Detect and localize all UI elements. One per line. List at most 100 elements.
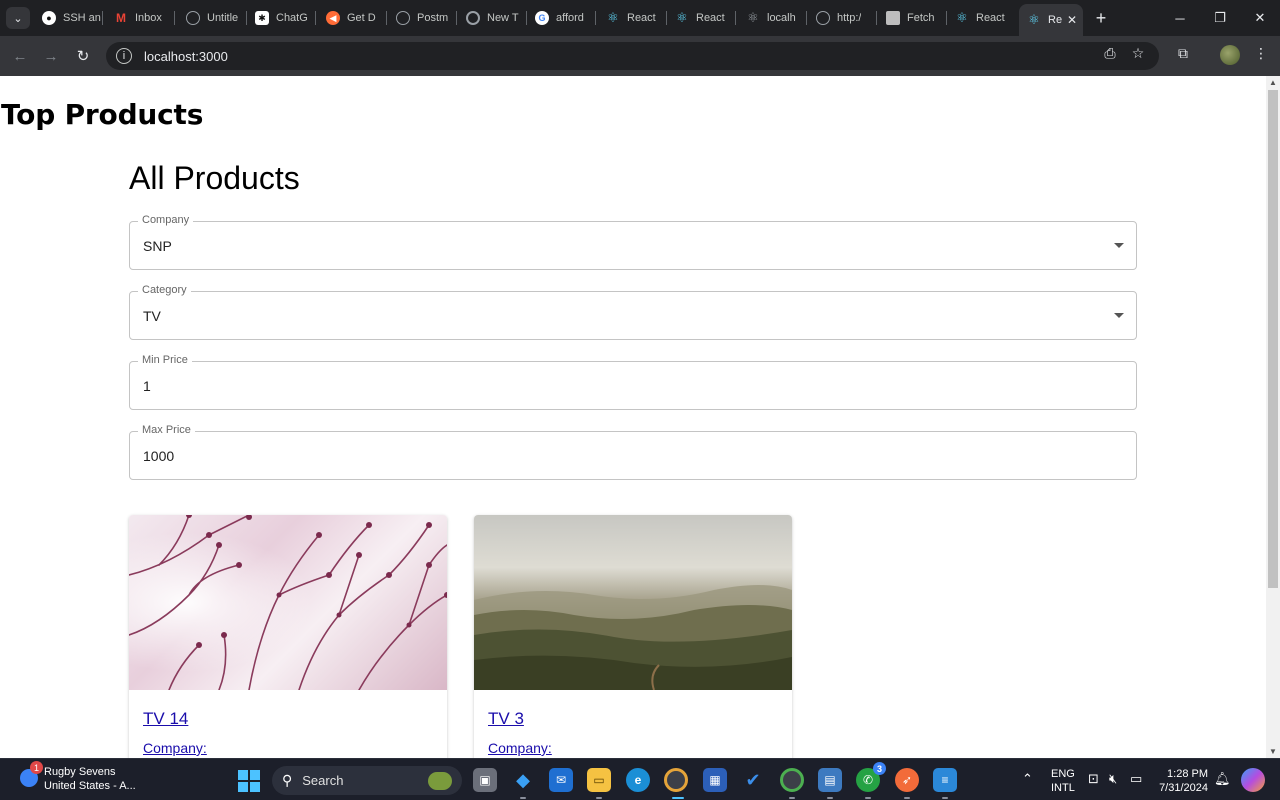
scrollbar-thumb[interactable] xyxy=(1268,90,1278,588)
address-bar[interactable]: i localhost:3000 xyxy=(106,42,1159,70)
menu-button[interactable]: ⋮ xyxy=(1250,42,1272,64)
page-scrollbar[interactable]: ▲ ▼ xyxy=(1266,76,1280,758)
caret-down-icon xyxy=(1114,313,1124,318)
volume-muted-icon[interactable]: 🔇︎ xyxy=(1109,771,1117,787)
new-tab-button[interactable]: + xyxy=(1091,8,1111,28)
reload-icon: ↻ xyxy=(76,48,90,65)
tab-afford[interactable]: Gafford xyxy=(527,4,595,32)
network-icon[interactable]: ⊡ xyxy=(1088,771,1099,787)
minimize-icon: ─ xyxy=(1175,10,1185,26)
battery-icon[interactable]: ▭ xyxy=(1130,771,1142,787)
globe-icon xyxy=(396,11,410,25)
weather-subtitle: United States - A... xyxy=(44,780,136,792)
tab-separator xyxy=(315,11,316,25)
product-image xyxy=(129,515,447,690)
chevron-down-icon: ⌄ xyxy=(13,12,23,25)
todo-icon[interactable]: ✔ xyxy=(741,768,765,792)
close-icon: ✕ xyxy=(1254,10,1266,25)
plus-icon: + xyxy=(1095,7,1107,28)
chrome-profile-icon[interactable] xyxy=(780,768,804,792)
clock-date: 7/31/2024 xyxy=(1159,782,1208,794)
tab-ssh[interactable]: ● SSH an xyxy=(34,4,102,32)
running-indicator xyxy=(827,797,833,799)
start-button[interactable] xyxy=(238,770,260,792)
weather-title: Rugby Sevens xyxy=(44,766,116,778)
notification-badge: 3 xyxy=(873,762,886,775)
max-price-input[interactable]: Max Price 1000 xyxy=(129,424,1137,480)
chevron-up-icon[interactable]: ⌃ xyxy=(1022,771,1033,787)
tab-chatgpt[interactable]: ✱ ChatG xyxy=(247,4,315,32)
language-indicator[interactable]: ENG INTL xyxy=(1051,767,1075,795)
windows-logo-icon xyxy=(238,770,248,780)
weather-text: Rugby Sevens United States - A... xyxy=(44,765,136,793)
notifications-icon[interactable]: 🔔︎ xyxy=(1214,771,1231,787)
product-image xyxy=(474,515,792,690)
avatar[interactable] xyxy=(1220,45,1240,65)
reload-button[interactable]: ↻ xyxy=(71,44,95,68)
chrome-icon[interactable] xyxy=(664,768,688,792)
bookmark-button[interactable]: ☆ xyxy=(1127,42,1149,64)
task-view-icon[interactable]: ▣ xyxy=(473,768,497,792)
category-select[interactable]: Category TV xyxy=(129,284,1137,340)
language-code: ENG xyxy=(1051,768,1075,780)
tab-get[interactable]: ◀ Get D xyxy=(318,4,386,32)
edge-icon[interactable]: e xyxy=(626,768,650,792)
tab-separator xyxy=(174,11,175,25)
product-title-link[interactable]: TV 3 xyxy=(488,709,524,729)
postman-icon[interactable]: ➶ xyxy=(895,768,919,792)
field-value: 1 xyxy=(143,378,151,394)
keyboard-layout: INTL xyxy=(1051,782,1075,794)
tab-fetch[interactable]: Fetch xyxy=(878,4,946,32)
back-button[interactable]: ← xyxy=(8,44,32,68)
tab-untitled[interactable]: Untitle xyxy=(178,4,246,32)
tab-localhost[interactable]: ⚛ localh xyxy=(738,4,806,32)
copilot-icon[interactable] xyxy=(1241,768,1265,792)
product-title-link[interactable]: TV 14 xyxy=(143,709,188,729)
minimize-button[interactable]: ─ xyxy=(1170,8,1190,28)
notepad-icon[interactable]: ≡ xyxy=(933,768,957,792)
running-indicator xyxy=(596,797,602,799)
scroll-down-icon[interactable]: ▼ xyxy=(1269,747,1277,756)
file-explorer-icon[interactable]: ▭ xyxy=(587,768,611,792)
close-window-button[interactable]: ✕ xyxy=(1250,8,1270,28)
url-text: localhost:3000 xyxy=(144,48,228,64)
forward-button[interactable]: → xyxy=(39,44,63,68)
product-company-link[interactable]: Company: xyxy=(488,740,552,756)
scroll-up-icon[interactable]: ▲ xyxy=(1269,78,1277,87)
tab-postman[interactable]: Postm xyxy=(388,4,456,32)
tab-new[interactable]: New T xyxy=(458,4,526,32)
running-indicator xyxy=(904,797,910,799)
field-label: Min Price xyxy=(138,354,192,366)
react-icon: ⚛ xyxy=(676,10,688,25)
company-select[interactable]: Company SNP xyxy=(129,214,1137,270)
system-clock[interactable]: 1:28 PM 7/31/2024 xyxy=(1156,767,1208,795)
product-company-link[interactable]: Company: xyxy=(143,740,207,756)
globe-icon xyxy=(816,11,830,25)
vscode-icon[interactable]: ◆ xyxy=(511,768,535,792)
tab-react-1[interactable]: ⚛ React xyxy=(598,4,666,32)
more-vertical-icon: ⋮ xyxy=(1254,44,1268,61)
whatsapp-icon[interactable]: ✆ 3 xyxy=(856,762,886,792)
field-value: SNP xyxy=(143,238,172,254)
react-icon: ⚛ xyxy=(747,10,759,25)
tab-http[interactable]: http:/ xyxy=(808,4,876,32)
store-icon[interactable]: ▦ xyxy=(703,768,727,792)
extensions-button[interactable]: ⧉ xyxy=(1172,42,1194,64)
document-icon xyxy=(886,11,900,25)
min-price-input[interactable]: Min Price 1 xyxy=(129,354,1137,410)
react-icon: ⚛ xyxy=(956,10,968,25)
install-app-button[interactable]: ⎙ xyxy=(1099,42,1121,64)
tab-search-button[interactable]: ⌄ xyxy=(6,7,30,29)
weather-widget[interactable]: 1 Rugby Sevens United States - A... xyxy=(20,761,136,793)
tab-inbox[interactable]: M Inbox xyxy=(106,4,174,32)
restore-button[interactable]: ❐ xyxy=(1210,8,1230,28)
close-icon[interactable]: ✕ xyxy=(1067,13,1077,27)
tab-react-2[interactable]: ⚛ React xyxy=(667,4,735,32)
flower-branches-image xyxy=(129,515,447,690)
mail-icon[interactable]: ✉ xyxy=(549,768,573,792)
tab-active-react[interactable]: ⚛ Re ✕ xyxy=(1019,4,1083,36)
tab-react-3[interactable]: ⚛ React xyxy=(947,4,1015,32)
remote-desktop-icon[interactable]: ▤ xyxy=(818,768,842,792)
taskbar-search[interactable]: ⚲ Search xyxy=(272,766,462,795)
site-info-icon[interactable]: i xyxy=(116,48,132,64)
